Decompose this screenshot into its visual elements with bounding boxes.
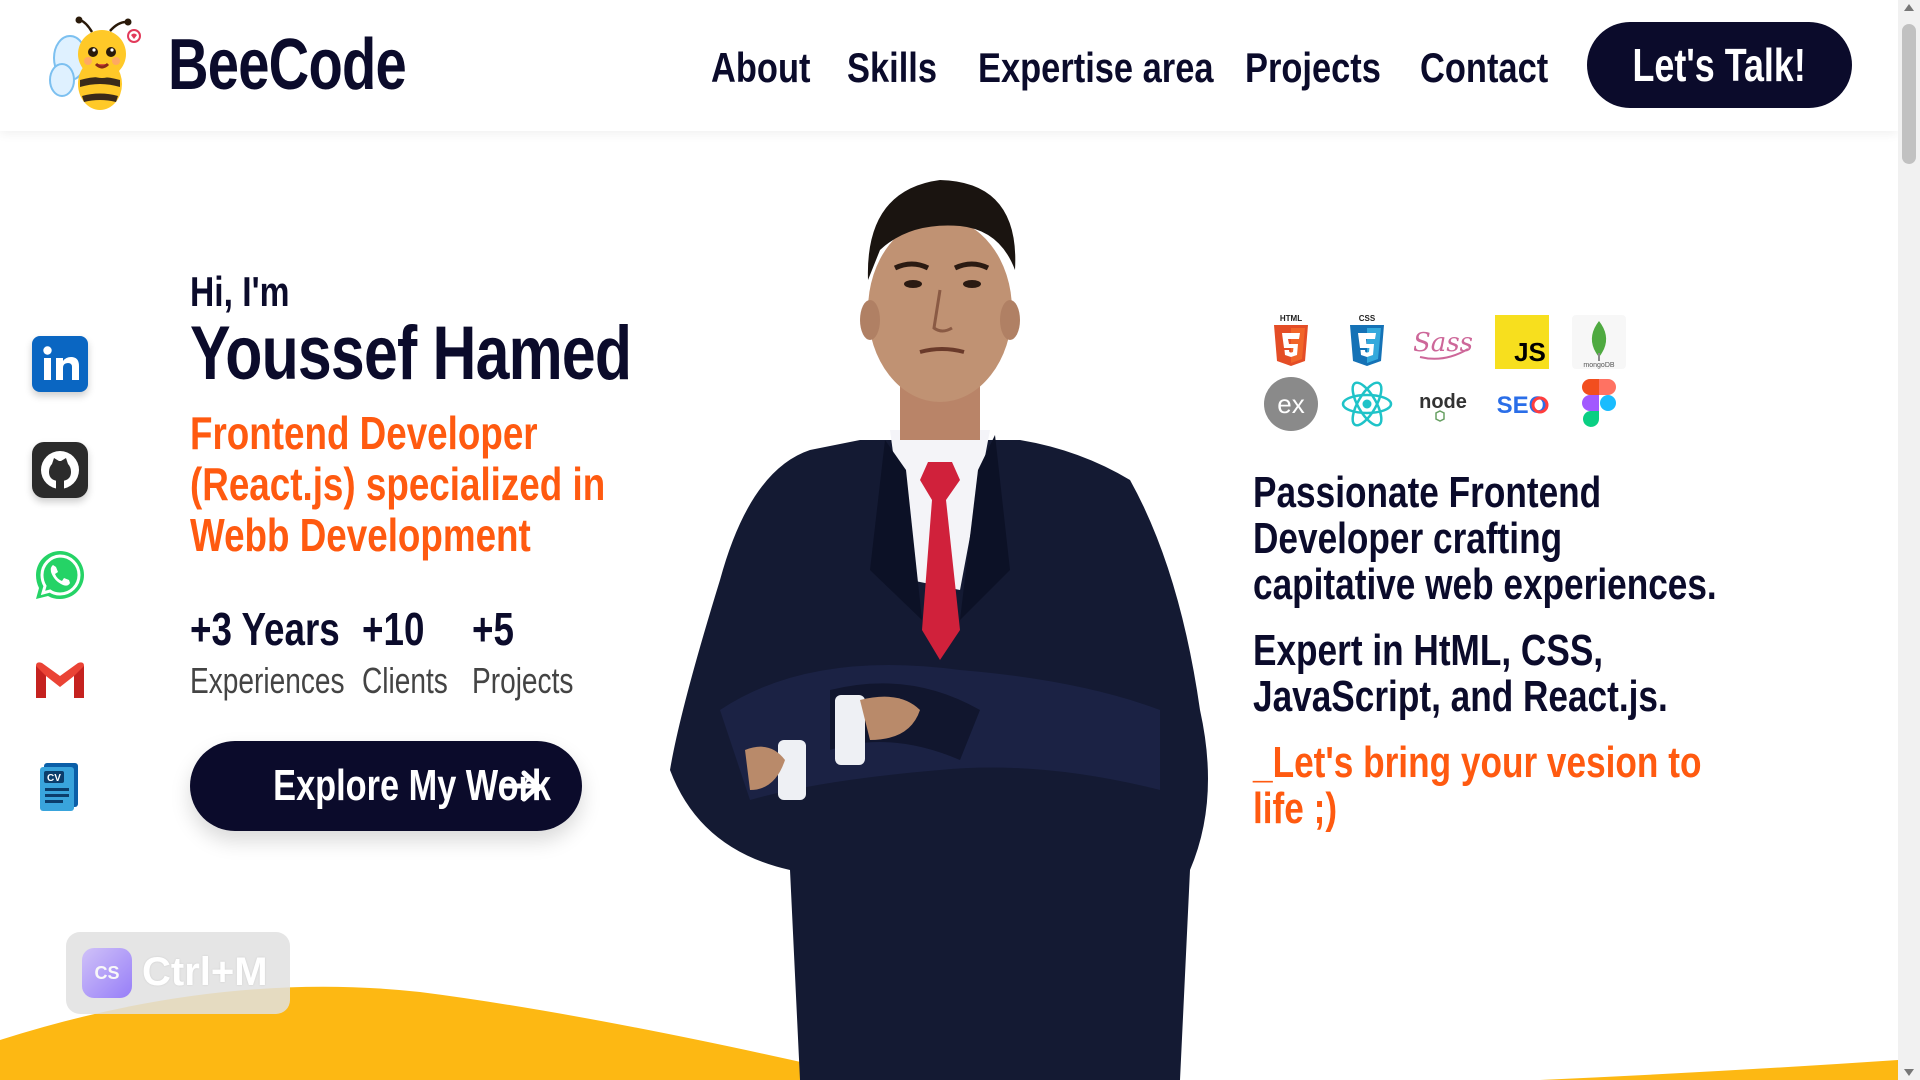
nav-about[interactable]: About [711, 44, 810, 92]
shortcut-label: Ctrl+M [142, 950, 268, 994]
seo-icon: SEO [1497, 392, 1549, 419]
cv-label: CV [47, 773, 61, 784]
react-icon [1341, 381, 1393, 427]
stat-value: +10 [362, 603, 425, 655]
page-scrollbar[interactable] [1898, 0, 1920, 1080]
linkedin-icon[interactable] [32, 336, 88, 392]
css-label: CSS [1359, 314, 1376, 323]
passion-statement: Passionate Frontend Developer crafting c… [1253, 470, 1833, 608]
extension-icon: CS [82, 948, 132, 998]
role-line: (React.js) specialized in [190, 458, 606, 510]
role-line: Frontend Developer [190, 407, 538, 459]
express-label: ex [1277, 389, 1304, 419]
html5-icon: HTML [1274, 314, 1308, 366]
tagline: _Let's bring your vesion to life ;) [1253, 740, 1814, 832]
expertise-statement: Expert in HtML, CSS, JavaScript, and Rea… [1253, 628, 1771, 720]
sass-icon: Sass [1414, 328, 1472, 360]
nav-contact[interactable]: Contact [1420, 44, 1548, 92]
nodejs-icon: node [1419, 391, 1467, 422]
scroll-down-arrow-icon[interactable] [1904, 1069, 1914, 1076]
stat-projects: +5 Projects [472, 602, 602, 702]
javascript-icon: JS [1495, 315, 1549, 369]
scrollbar-thumb[interactable] [1902, 24, 1916, 164]
extension-shortcut-badge[interactable]: CS Ctrl+M [66, 932, 290, 1014]
site-header: BeeCode About Skills Expertise area Proj… [0, 0, 1898, 131]
passion-line: capitative web experiences. [1253, 560, 1717, 609]
stat-years: +3 Years Experiences [190, 602, 388, 702]
greeting-text: Hi, I'm [190, 268, 290, 315]
cv-icon[interactable]: CV [32, 757, 88, 813]
stat-label: Projects [472, 660, 574, 701]
role-description: Frontend Developer (React.js) specialize… [190, 408, 710, 561]
figma-icon [1582, 379, 1616, 427]
stat-label: Clients [362, 660, 448, 701]
css3-icon: CSS [1350, 314, 1384, 366]
mongodb-icon: mongoDB [1572, 315, 1626, 369]
role-line: Webb Development [190, 509, 531, 561]
whatsapp-icon[interactable] [32, 547, 88, 603]
node-label: node [1419, 391, 1467, 413]
mongo-label: mongoDB [1583, 362, 1614, 369]
lets-talk-label: Let's Talk! [1632, 39, 1807, 91]
explore-my-work-button[interactable]: Explore My Work [190, 741, 582, 831]
passion-line: Passionate Frontend [1253, 468, 1602, 517]
stat-value: +3 Years [190, 603, 340, 655]
developer-name: Youssef Hamed [190, 311, 632, 396]
nav-expertise-area[interactable]: Expertise area [978, 44, 1214, 92]
passion-line: Developer crafting [1253, 514, 1563, 563]
html-label: HTML [1280, 314, 1302, 323]
expertise-line: Expert in HtML, CSS, [1253, 626, 1604, 675]
stat-value: +5 [472, 603, 514, 655]
gmail-icon[interactable] [32, 652, 88, 708]
arrow-right-icon [501, 770, 541, 802]
developer-portrait [670, 180, 1208, 1080]
lets-talk-button[interactable]: Let's Talk! [1587, 22, 1852, 108]
tagline-line: life ;) [1253, 784, 1338, 833]
stat-clients: +10 Clients [362, 602, 472, 702]
js-label: JS [1514, 337, 1546, 367]
scroll-up-arrow-icon[interactable] [1904, 4, 1914, 11]
github-icon[interactable] [32, 442, 88, 498]
express-icon: ex [1264, 377, 1318, 431]
nav-projects[interactable]: Projects [1245, 44, 1381, 92]
nav-skills[interactable]: Skills [847, 44, 937, 92]
stat-label: Experiences [190, 660, 345, 701]
seo-label: SEO [1497, 392, 1548, 419]
sass-label: Sass [1414, 328, 1472, 358]
tagline-line: _Let's bring your vesion to [1253, 738, 1702, 787]
expertise-line: JavaScript, and React.js. [1253, 672, 1668, 721]
